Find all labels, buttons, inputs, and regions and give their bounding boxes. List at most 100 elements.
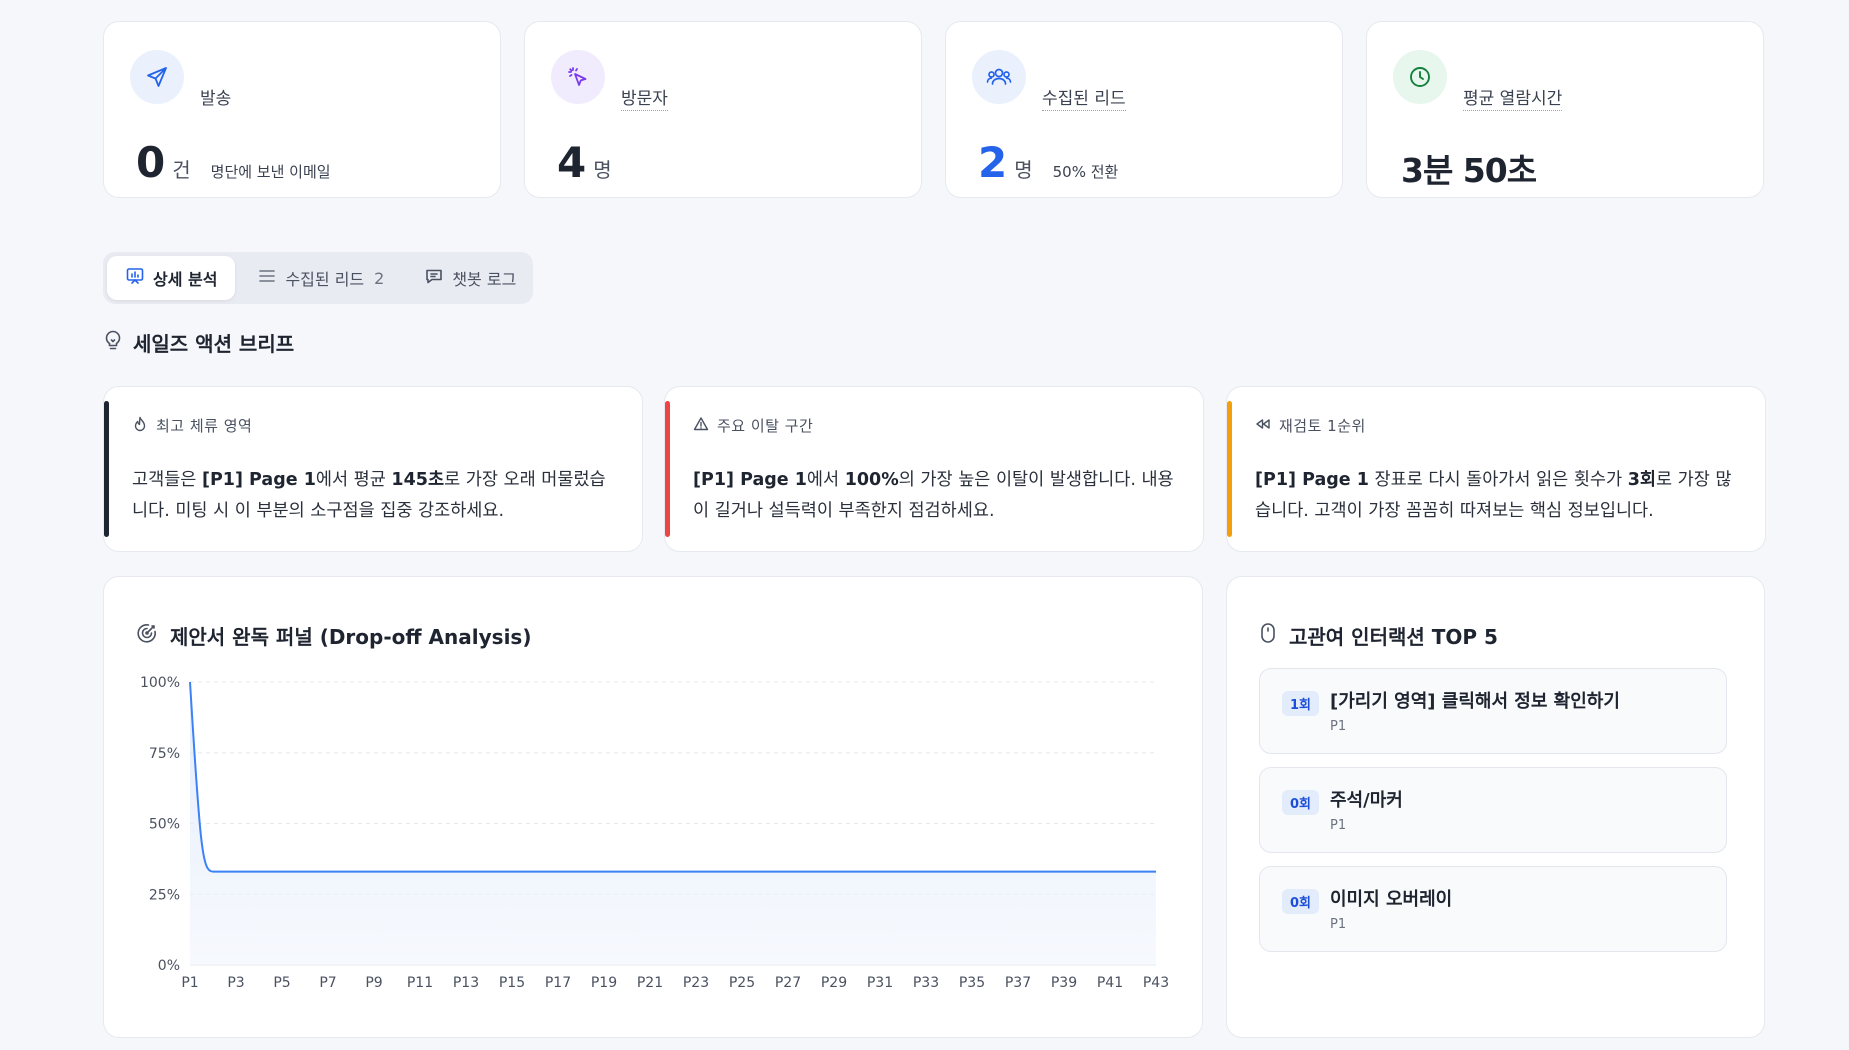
y-tick-label: 50% xyxy=(149,817,180,833)
stat-subtext: 명단에 보낸 이메일 xyxy=(210,163,331,181)
y-tick-label: 100% xyxy=(140,675,180,691)
x-tick-label: P7 xyxy=(319,975,336,991)
x-tick-label: P19 xyxy=(591,975,617,991)
stat-label[interactable]: 방문자 xyxy=(621,84,668,111)
x-tick-label: P17 xyxy=(545,975,571,991)
x-tick-label: P43 xyxy=(1143,975,1169,991)
mouse-icon xyxy=(1259,622,1277,649)
brief-text: [P1] Page 1에서 100%의 가장 높은 이탈이 발생합니다. 내용이… xyxy=(693,465,1177,527)
clock-icon xyxy=(1393,50,1447,104)
stat-label[interactable]: 평균 열람시간 xyxy=(1463,84,1563,111)
interaction-count-badge: 0회 xyxy=(1282,889,1320,914)
interaction-item[interactable]: 0회 이미지 오버레이 P1 xyxy=(1259,866,1727,952)
interaction-title: 이미지 오버레이 xyxy=(1330,889,1453,910)
analysis-tabs: 상세 분석 수집된 리드 2 챗봇 로그 xyxy=(103,252,533,304)
funnel-chart: 0% 25% 50% 75% 100% P1 P3 P5 P7 P9 P11 P13 P15 P17 P19… xyxy=(140,675,1169,991)
brief-text-highlight: [P1] Page 1 xyxy=(1255,470,1369,490)
tab-label: 상세 분석 xyxy=(153,270,218,289)
brief-heading: 주요 이탈 구간 xyxy=(717,417,814,435)
accent-bar xyxy=(665,401,670,537)
interaction-count-badge: 0회 xyxy=(1282,790,1320,815)
brief-card-top-dwell: 최고 체류 영역 고객들은 [P1] Page 1에서 평균 145초로 가장 … xyxy=(103,386,643,552)
interactions-title: 고관여 인터랙션 TOP 5 xyxy=(1289,625,1498,649)
tab-collected-leads[interactable]: 수집된 리드 2 xyxy=(239,256,402,300)
x-tick-label: P27 xyxy=(775,975,801,991)
brief-text-highlight: 3회 xyxy=(1627,470,1656,490)
x-tick-label: P13 xyxy=(453,975,479,991)
brief-text-part: 에서 xyxy=(806,470,845,490)
stat-card-leads: 수집된 리드 2 명 50% 전환 xyxy=(945,21,1343,198)
brief-text: 고객들은 [P1] Page 1에서 평균 145초로 가장 오래 머물렀습니다… xyxy=(132,465,616,527)
interaction-page: P1 xyxy=(1330,917,1347,932)
tab-chatbot-log[interactable]: 챗봇 로그 xyxy=(406,256,534,300)
x-tick-label: P21 xyxy=(637,975,663,991)
section-header: 세일즈 액션 브리프 xyxy=(103,328,294,357)
tab-detail-analysis[interactable]: 상세 분석 xyxy=(107,256,236,300)
x-tick-label: P23 xyxy=(683,975,709,991)
x-tick-label: P25 xyxy=(729,975,755,991)
brief-heading: 재검토 1순위 xyxy=(1279,417,1366,435)
brief-text: [P1] Page 1 장표로 다시 돌아가서 읽은 횟수가 3회로 가장 많습… xyxy=(1255,465,1739,527)
tab-count: 2 xyxy=(374,268,385,288)
stat-value: 2 xyxy=(978,138,1007,187)
send-icon xyxy=(130,50,184,104)
stat-label[interactable]: 수집된 리드 xyxy=(1042,84,1126,111)
accent-bar xyxy=(104,401,109,537)
x-tick-label: P5 xyxy=(273,975,290,991)
x-tick-label: P33 xyxy=(913,975,939,991)
x-tick-label: P37 xyxy=(1005,975,1031,991)
brief-text-highlight: [P1] Page 1 xyxy=(693,470,807,490)
stat-unit: 명 xyxy=(1014,158,1033,182)
stat-unit: 건 xyxy=(172,158,191,182)
y-tick-label: 25% xyxy=(149,887,180,903)
conversion-rate: 50% 전환 xyxy=(1052,163,1119,181)
stat-card-sent: 발송 0 건 명단에 보낸 이메일 xyxy=(103,21,501,198)
y-tick-label: 75% xyxy=(149,746,180,762)
presentation-chart-icon xyxy=(125,266,145,290)
stat-value: 3분 50초 xyxy=(1401,151,1537,190)
y-tick-label: 0% xyxy=(158,958,180,974)
brief-text-highlight: 100% xyxy=(844,470,899,490)
x-tick-label: P39 xyxy=(1051,975,1077,991)
stat-label: 발송 xyxy=(200,89,232,109)
tab-label: 수집된 리드 xyxy=(285,270,365,289)
interaction-page: P1 xyxy=(1330,719,1347,734)
brief-text-part: 에서 평균 xyxy=(315,470,392,490)
pointer-click-icon xyxy=(551,50,605,104)
interaction-title: 주석/마커 xyxy=(1330,790,1403,811)
interaction-page: P1 xyxy=(1330,818,1347,833)
rewind-icon xyxy=(1255,416,1271,436)
brief-text-part: 고객들은 xyxy=(132,470,202,490)
stat-value: 4 xyxy=(557,138,586,187)
stat-value: 0 xyxy=(136,138,165,187)
section-title: 세일즈 액션 브리프 xyxy=(133,332,295,356)
x-tick-label: P15 xyxy=(499,975,525,991)
stat-card-avg-time: 평균 열람시간 3분 50초 xyxy=(1366,21,1764,198)
x-tick-label: P35 xyxy=(959,975,985,991)
stat-card-visitors: 방문자 4 명 xyxy=(524,21,922,198)
accent-bar xyxy=(1227,401,1232,537)
x-tick-label: P11 xyxy=(407,975,433,991)
warning-icon xyxy=(693,416,709,436)
brief-text-part: 장표로 다시 돌아가서 읽은 횟수가 xyxy=(1368,470,1628,490)
funnel-line xyxy=(189,681,1157,873)
x-tick-label: P41 xyxy=(1097,975,1123,991)
brief-card-revisit: 재검토 1순위 [P1] Page 1 장표로 다시 돌아가서 읽은 횟수가 3… xyxy=(1226,386,1766,552)
brief-text-highlight: [P1] Page 1 xyxy=(201,470,316,490)
x-tick-label: P3 xyxy=(227,975,244,991)
chat-icon xyxy=(424,266,444,290)
interactions-panel: 고관여 인터랙션 TOP 5 1회 [가리기 영역] 클릭해서 정보 확인하기 … xyxy=(1226,576,1765,1038)
x-tick-label: P29 xyxy=(821,975,847,991)
brief-card-drop-off: 주요 이탈 구간 [P1] Page 1에서 100%의 가장 높은 이탈이 발… xyxy=(664,386,1204,552)
users-icon xyxy=(972,50,1026,104)
x-tick-label: P9 xyxy=(365,975,382,991)
interaction-item[interactable]: 0회 주석/마커 P1 xyxy=(1259,767,1727,853)
interaction-item[interactable]: 1회 [가리기 영역] 클릭해서 정보 확인하기 P1 xyxy=(1259,668,1727,754)
brief-text-highlight: 145초 xyxy=(391,470,445,490)
funnel-panel: 제안서 완독 퍼널 (Drop-off Analysis) 0% 25% 50% 75… xyxy=(103,576,1203,1038)
stat-unit: 명 xyxy=(593,158,612,182)
tab-label: 챗봇 로그 xyxy=(452,270,517,289)
x-tick-label: P31 xyxy=(867,975,893,991)
x-tick-label: P1 xyxy=(181,975,198,991)
list-icon xyxy=(257,266,277,290)
